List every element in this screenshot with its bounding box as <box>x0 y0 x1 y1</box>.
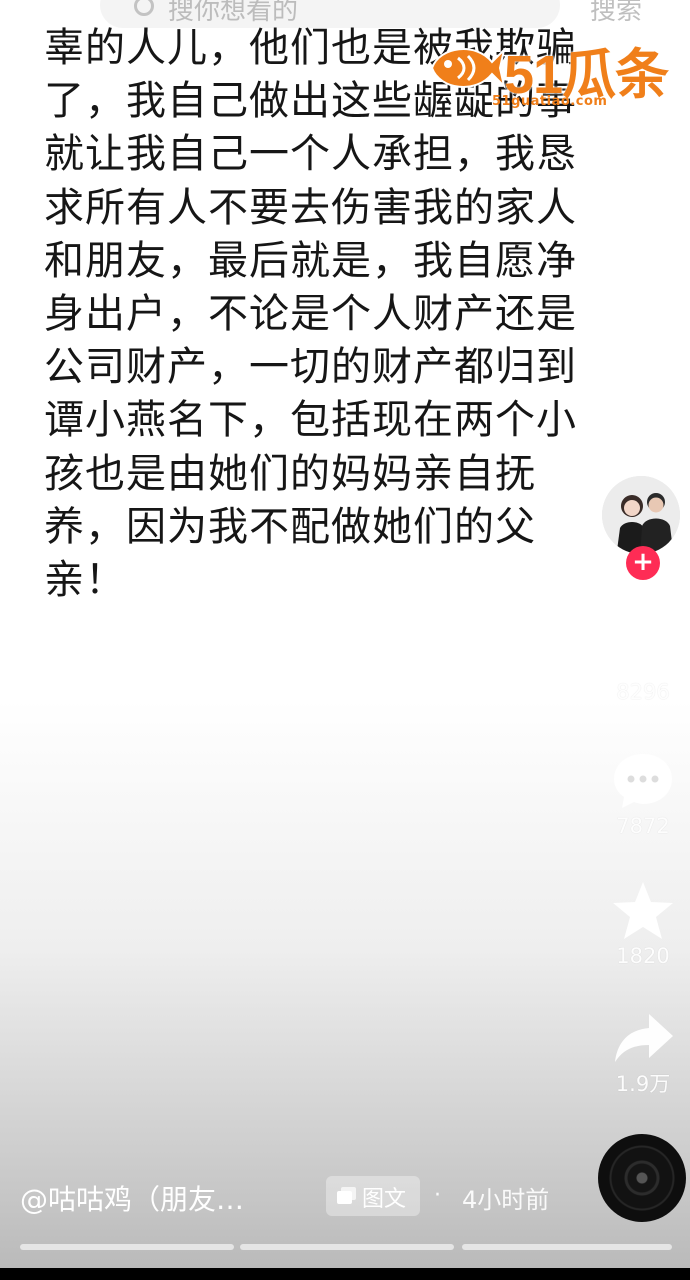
image-stack-icon <box>337 1187 356 1204</box>
share-arrow-icon <box>615 1014 673 1062</box>
post-line: 谭小燕名下，包括现在两个小 <box>44 397 577 444</box>
author-name[interactable]: @咕咕鸡（朋友… <box>20 1178 244 1218</box>
back-chevron-icon[interactable] <box>25 0 55 19</box>
share-count: 1.9万 <box>615 1072 671 1096</box>
post-time: 4小时前 <box>462 1186 550 1214</box>
progress-segment <box>462 1244 672 1250</box>
star-icon <box>613 882 673 939</box>
like-count: 8296 <box>616 680 670 704</box>
post-line: 身出户，不论是个人财产还是 <box>44 290 577 337</box>
separator-dot: · <box>434 1183 441 1208</box>
post-line: 亲！ <box>44 556 126 603</box>
fish-logo-icon <box>430 46 506 90</box>
bottom-edge <box>0 1268 690 1280</box>
like-button[interactable]: 8296 <box>598 618 688 704</box>
post-line: 孩也是由她们的妈妈亲自抚 <box>44 450 536 497</box>
comment-button[interactable]: 7872 <box>598 750 688 838</box>
post-line: 就让我自己一个人承担，我恳 <box>44 131 577 178</box>
follow-button[interactable]: + <box>626 546 660 580</box>
comment-count: 7872 <box>616 814 670 838</box>
author-avatar[interactable] <box>600 474 682 556</box>
avatar-image <box>602 476 680 554</box>
post-line: 公司财产，一切的财产都归到 <box>44 344 577 391</box>
music-disc-icon[interactable] <box>598 1134 686 1222</box>
post-line: 养，因为我不配做她们的父 <box>44 503 536 550</box>
watermark-logo: 51瓜条 51guatiao.com <box>426 30 676 110</box>
comment-bubble-icon <box>614 754 672 808</box>
post-type-label: 图文 <box>362 1187 407 1212</box>
progress-segment <box>240 1244 454 1250</box>
share-button[interactable]: 1.9万 <box>598 1010 688 1098</box>
post-line: 求所有人不要去伤害我的家人 <box>44 184 577 231</box>
post-line: 和朋友，最后就是，我自愿净 <box>44 237 577 284</box>
favorite-count: 1820 <box>616 944 670 968</box>
progress-segment <box>20 1244 234 1250</box>
logo-subtext: 51guatiao.com <box>492 94 608 109</box>
heart-icon <box>612 620 674 674</box>
favorite-button[interactable]: 1820 <box>598 880 688 968</box>
